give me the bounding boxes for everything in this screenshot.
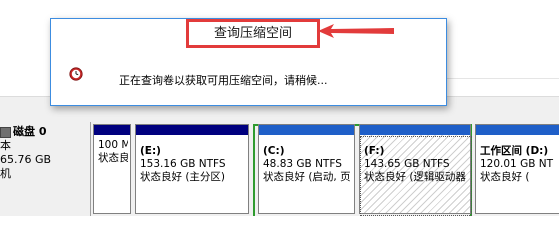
partition-status: 状态良好 (主分区) [140, 171, 226, 183]
dialog-message: 正在查询卷以获取可用压缩空间，请稍候... [119, 74, 328, 87]
partition-name: (C:) [263, 145, 285, 157]
disk-size: 65.76 GB [0, 153, 52, 166]
clock-icon [69, 67, 83, 81]
partition-status: 状态良 [98, 152, 128, 164]
partition-c[interactable]: (C:) 48.83 GB NTFS 状态良好 (启动, 页 [258, 124, 355, 214]
disk-title: 磁盘 0 [13, 125, 47, 138]
partition-e[interactable]: (E:) 153.16 GB NTFS 状态良好 (主分区) [135, 124, 249, 214]
partition-size: 100 M [98, 139, 128, 151]
partition-status: 状态良好 ( [480, 171, 530, 183]
disk-0-label[interactable]: 磁盘 0 本 65.76 GB 机 [0, 122, 91, 216]
partition-d[interactable]: 工作区间 (D:) 120.01 GB NT 状态良好 ( [475, 124, 559, 214]
partition-size: 153.16 GB NTFS [140, 158, 226, 170]
partition-bar [259, 125, 354, 135]
arrow-icon [318, 24, 394, 38]
partition-bar [476, 125, 559, 135]
disk-icon [0, 127, 11, 138]
disk-type: 本 [0, 139, 11, 152]
background-top [0, 0, 559, 20]
partition-name: 工作区间 (D:) [480, 145, 549, 157]
partition-bar [136, 125, 248, 135]
selection-outline [360, 136, 472, 216]
partition-name: (E:) [140, 145, 161, 157]
partition-status: 状态良好 (启动, 页 [263, 171, 351, 183]
divider [447, 78, 559, 79]
partition-system-reserved[interactable]: 100 M 状态良 [93, 124, 131, 214]
partition-size: 48.83 GB NTFS [263, 158, 342, 170]
partition-bar [94, 125, 130, 135]
partition-size: 120.01 GB NT [480, 158, 554, 170]
disk-status: 机 [0, 167, 11, 180]
dialog-title: 查询压缩空间 [186, 19, 320, 48]
partition-bar [360, 125, 470, 135]
